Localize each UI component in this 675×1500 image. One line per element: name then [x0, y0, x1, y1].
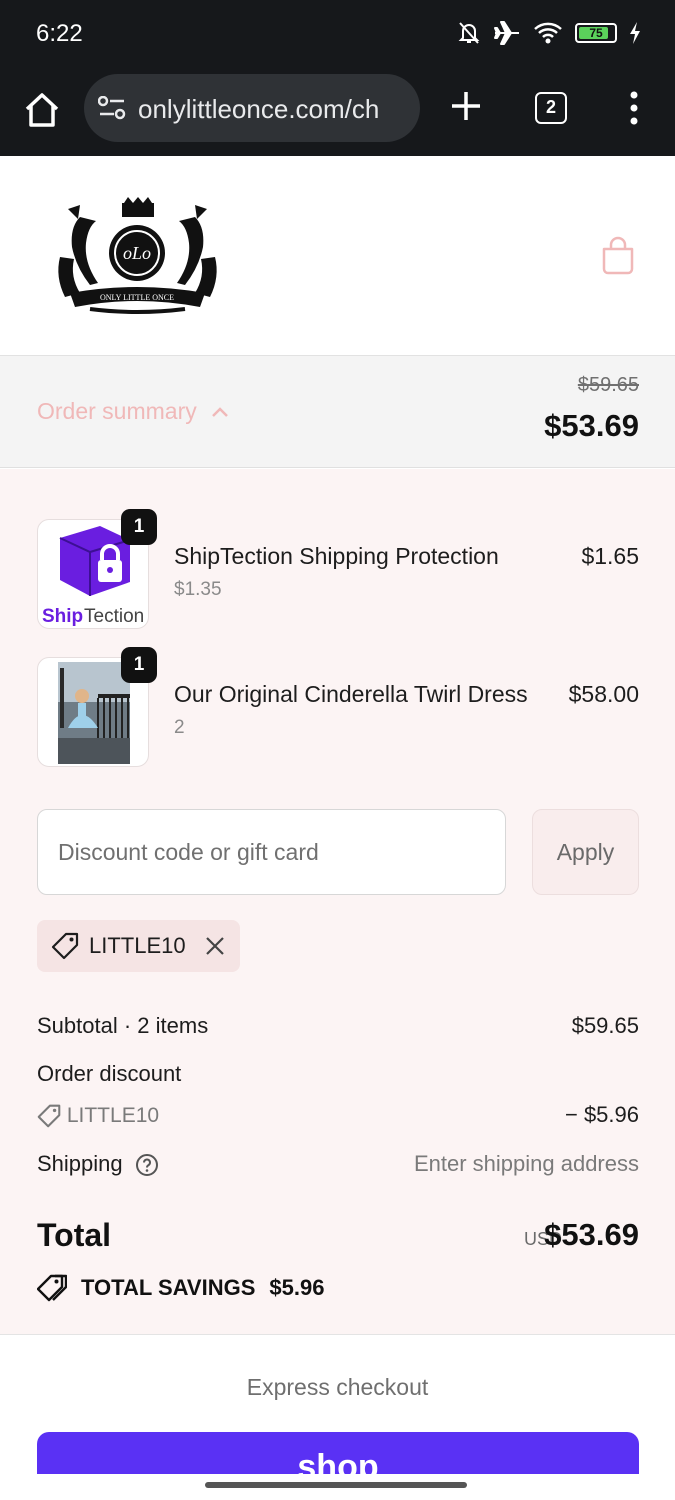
- shipping-value: Enter shipping address: [413, 1151, 639, 1176]
- order-summary-link[interactable]: Order summary: [37, 398, 229, 425]
- url-text: onlylittleonce.com/ch: [138, 94, 380, 124]
- order-summary-label: Order summary: [37, 398, 197, 424]
- mute-icon: [458, 22, 480, 44]
- original-total: $59.65: [577, 374, 639, 396]
- subtotal-label: Subtotal · 2 items: [37, 1013, 209, 1038]
- item-subtitle: $1.35: [174, 579, 222, 600]
- new-tab-icon[interactable]: [448, 88, 484, 124]
- quantity-badge: 1: [121, 647, 157, 683]
- subtotal-value: $59.65: [571, 1013, 639, 1038]
- savings-label: TOTAL SAVINGS: [81, 1275, 256, 1300]
- order-summary-panel: Ship Tection 1 ShipTection Shipping Prot…: [0, 469, 675, 1335]
- airplane-icon: [494, 21, 519, 45]
- discount-detail-row: LITTLE10 − $5.96: [37, 1102, 639, 1128]
- item-name: Our Original Cinderella Twirl Dress: [174, 681, 528, 707]
- battery-level: 75: [589, 26, 603, 40]
- help-icon[interactable]: [135, 1153, 159, 1177]
- remove-discount-icon[interactable]: [204, 935, 226, 957]
- order-summary-toggle[interactable]: Order summary $59.65 $53.69: [0, 356, 675, 468]
- discount-value: − $5.96: [564, 1102, 639, 1127]
- order-discount-label: Order discount: [37, 1061, 182, 1086]
- express-checkout-label: Express checkout: [246, 1374, 429, 1400]
- status-icons: 75: [457, 20, 641, 46]
- tag-icon: [51, 932, 79, 960]
- gesture-navigation-bar[interactable]: [205, 1482, 467, 1488]
- item-price: $1.65: [581, 543, 639, 569]
- wifi-icon: [534, 22, 562, 44]
- logo-text: ONLY LITTLE ONCE: [100, 293, 174, 302]
- more-menu-icon[interactable]: [624, 90, 644, 126]
- store-logo[interactable]: oLo ONLY LITTLE ONCE: [50, 197, 225, 319]
- chevron-up-icon: [211, 406, 228, 417]
- apply-discount-button[interactable]: Apply: [532, 809, 639, 895]
- address-bar[interactable]: onlylittleonce.com/ch: [84, 74, 420, 142]
- status-time: 6:22: [36, 20, 83, 47]
- status-bar: 6:22 75: [0, 0, 675, 68]
- shipping-row: Shipping Enter shipping address: [37, 1151, 639, 1177]
- shiptection-brand: Tection: [84, 606, 144, 627]
- savings-tag-icon: [37, 1274, 67, 1302]
- shipping-label: Shipping: [37, 1151, 123, 1176]
- savings-value: $5.96: [269, 1275, 325, 1300]
- home-icon[interactable]: [22, 90, 62, 130]
- item-subtitle: 2: [174, 717, 185, 738]
- total-amount: $53.69: [544, 1217, 639, 1252]
- shiptection-brand-bold: Ship: [42, 606, 83, 627]
- svg-text:oLo: oLo: [123, 243, 151, 263]
- total-savings: TOTAL SAVINGS $5.96: [37, 1273, 324, 1303]
- item-price: $58.00: [568, 681, 639, 707]
- battery-icon: 75: [575, 23, 617, 43]
- order-discount-row: Order discount: [37, 1061, 639, 1087]
- item-name: ShipTection Shipping Protection: [174, 543, 499, 569]
- line-item: Ship Tection 1 ShipTection Shipping Prot…: [37, 509, 639, 629]
- discount-code-input[interactable]: [37, 809, 506, 895]
- total-label: Total: [37, 1217, 112, 1253]
- applied-code-text: LITTLE10: [89, 933, 186, 958]
- tab-count-button[interactable]: 2: [535, 92, 567, 124]
- tag-icon: [37, 1105, 61, 1128]
- shop-header: oLo ONLY LITTLE ONCE: [0, 157, 675, 356]
- charging-icon: [630, 22, 640, 44]
- quantity-badge: 1: [121, 509, 157, 545]
- discount-code-label: LITTLE10: [66, 1104, 160, 1127]
- shop-pay-label: shop: [297, 1448, 379, 1474]
- browser-toolbar: onlylittleonce.com/ch 2: [0, 68, 675, 156]
- shop-pay-button[interactable]: shop: [37, 1432, 639, 1474]
- applied-discount-chip: LITTLE10: [37, 920, 240, 972]
- subtotal-row: Subtotal · 2 items $59.65: [37, 1013, 639, 1039]
- shopping-bag-icon[interactable]: [600, 235, 636, 275]
- summary-total: $53.69: [544, 408, 639, 443]
- site-settings-icon[interactable]: [98, 96, 126, 120]
- line-item: 1 Our Original Cinderella Twirl Dress 2 …: [37, 647, 639, 767]
